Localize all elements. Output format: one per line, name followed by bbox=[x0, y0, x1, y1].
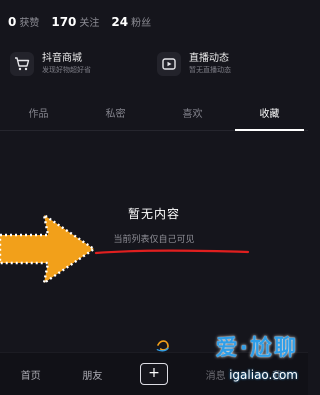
stat-label: 粉丝 bbox=[131, 18, 152, 29]
stat-followers[interactable]: 24 粉丝 bbox=[111, 14, 151, 29]
watermark-url: igaliao.com bbox=[229, 368, 298, 382]
nav-friends[interactable]: 朋友 bbox=[62, 367, 124, 382]
stat-label: 关注 bbox=[79, 18, 100, 29]
mall-subtitle: 发现好物超好省 bbox=[42, 66, 91, 74]
live-card[interactable]: 直播动态 暂无直播动态 bbox=[157, 52, 292, 76]
watermark-text: 爱·尬聊 bbox=[215, 336, 298, 361]
stat-value: 0 bbox=[8, 15, 17, 29]
live-icon bbox=[157, 52, 181, 76]
annotation-arrow-icon bbox=[0, 213, 96, 285]
mall-title: 抖音商城 bbox=[42, 53, 82, 64]
mall-card[interactable]: 抖音商城 发现好物超好省 bbox=[10, 52, 145, 76]
stat-likes[interactable]: 0 获赞 bbox=[8, 14, 39, 29]
tab-works[interactable]: 作品 bbox=[0, 100, 77, 130]
live-subtitle: 暂无直播动态 bbox=[189, 66, 231, 74]
profile-tabs: 作品 私密 喜欢 收藏 bbox=[0, 100, 308, 131]
tab-private[interactable]: 私密 bbox=[77, 100, 154, 130]
annotation-underline bbox=[94, 249, 250, 255]
profile-stats: 0 获赞 170 关注 24 粉丝 bbox=[8, 14, 151, 29]
watermark: 爱·尬聊 igaliao.com bbox=[216, 330, 298, 382]
service-cards: 抖音商城 发现好物超好省 直播动态 暂无直播动态 bbox=[10, 52, 298, 76]
watermark-logo-icon bbox=[156, 340, 169, 352]
stat-value: 24 bbox=[111, 15, 129, 29]
tab-favorites[interactable]: 收藏 bbox=[231, 100, 308, 131]
nav-home[interactable]: 首页 bbox=[0, 367, 62, 382]
tab-likes[interactable]: 喜欢 bbox=[154, 100, 231, 130]
stat-value: 170 bbox=[51, 15, 77, 29]
stat-label: 获赞 bbox=[19, 18, 40, 29]
cart-icon bbox=[10, 52, 34, 76]
live-title: 直播动态 bbox=[189, 53, 229, 64]
stat-following[interactable]: 170 关注 bbox=[51, 14, 99, 29]
